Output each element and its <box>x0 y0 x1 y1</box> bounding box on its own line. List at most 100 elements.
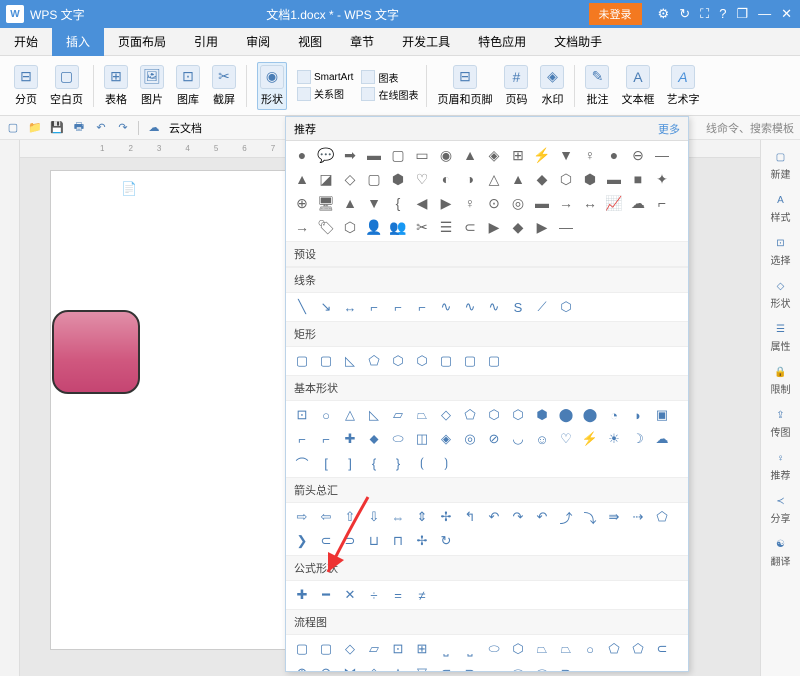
shape-smiley[interactable]: ☺ <box>532 429 552 449</box>
fc-extract[interactable]: △ <box>388 663 408 672</box>
shape-diamond[interactable]: ◇ <box>436 405 456 425</box>
fc-card[interactable]: ⬠ <box>628 639 648 659</box>
ribbon-header-footer[interactable]: ⊟页眉和页脚 <box>437 65 492 107</box>
shape-trapezoid[interactable]: ⏢ <box>412 405 432 425</box>
side-style[interactable]: A样式 <box>771 191 791 224</box>
shape-arrow-curved-down[interactable]: ⤵ <box>580 507 600 527</box>
shape-item[interactable]: ⊞ <box>508 145 528 165</box>
shape-frame[interactable]: ▣ <box>652 405 672 425</box>
shape-moon[interactable]: ☽ <box>628 429 648 449</box>
shape-line[interactable]: ╲ <box>292 297 312 317</box>
fc-delay[interactable]: ⊃ <box>460 663 480 672</box>
shape-arc[interactable]: ⌒ <box>292 453 312 473</box>
shape-double-arrow[interactable]: ↔ <box>340 297 360 317</box>
fc-alt-process[interactable]: ▢ <box>316 639 336 659</box>
ribbon-shapes[interactable]: ◉形状 <box>257 62 287 110</box>
shape-polygon-line[interactable]: ⬡ <box>556 297 576 317</box>
redo-icon[interactable]: ↷ <box>116 121 130 135</box>
shape-can[interactable]: ⬭ <box>388 429 408 449</box>
sync-icon[interactable]: ↻ <box>679 6 690 22</box>
shape-oval[interactable]: ○ <box>316 405 336 425</box>
open-icon[interactable]: 📁 <box>28 121 42 135</box>
shape-arrow-curved-left[interactable]: ↶ <box>532 507 552 527</box>
shape-heart[interactable]: ♡ <box>556 429 576 449</box>
fc-magnetic[interactable]: ⬭ <box>508 663 528 672</box>
shape-item[interactable]: ⌐ <box>652 193 672 213</box>
shape-item[interactable]: ▶ <box>484 217 504 237</box>
shape-elbow[interactable]: ⌐ <box>364 297 384 317</box>
shape-item[interactable]: ▬ <box>364 145 384 165</box>
ribbon-page-break[interactable]: ⊟分页 <box>14 65 38 107</box>
shape-item[interactable]: ♀ <box>580 145 600 165</box>
shape-plus[interactable]: ✚ <box>292 585 312 605</box>
shape-item[interactable]: ▲ <box>460 145 480 165</box>
shape-multiply[interactable]: ✕ <box>340 585 360 605</box>
shape-item[interactable]: ● <box>292 145 312 165</box>
print-icon[interactable]: 🖶 <box>72 121 86 135</box>
shape-arrow-line[interactable]: ↘ <box>316 297 336 317</box>
fc-data[interactable]: ▱ <box>364 639 384 659</box>
shape-hexagon[interactable]: ⬡ <box>484 405 504 425</box>
shape-textbox[interactable]: ⊡ <box>292 405 312 425</box>
shape-arrow-right[interactable]: ⇨ <box>292 507 312 527</box>
shape-arrow-notched[interactable]: ⇢ <box>628 507 648 527</box>
shape-pie[interactable]: ◔ <box>604 405 624 425</box>
ribbon-wordart[interactable]: A艺术字 <box>666 65 699 107</box>
fc-direct[interactable]: ⬭ <box>532 663 552 672</box>
shape-arrow-callout[interactable]: ⊂ <box>316 531 336 551</box>
fc-process[interactable]: ▢ <box>292 639 312 659</box>
ribbon-page-number[interactable]: #页码 <box>504 65 528 107</box>
shape-item[interactable]: ▬ <box>532 193 552 213</box>
shape-arrow-chevron[interactable]: ❯ <box>292 531 312 551</box>
shape-item[interactable]: 💬 <box>316 145 336 165</box>
shape-arrow-quad[interactable]: ✢ <box>436 507 456 527</box>
side-upload[interactable]: ⇪传图 <box>771 406 791 439</box>
shape-curve-double[interactable]: ∿ <box>484 297 504 317</box>
shape-right-triangle[interactable]: ◺ <box>364 405 384 425</box>
shape-item[interactable]: ◆ <box>508 217 528 237</box>
shape-item[interactable]: → <box>292 217 312 237</box>
shape-item[interactable]: ⊕ <box>292 193 312 213</box>
shape-item[interactable]: ⚡ <box>532 145 552 165</box>
shape-item[interactable]: ◆ <box>532 169 552 189</box>
fc-sort[interactable]: ◇ <box>364 663 384 672</box>
tab-review[interactable]: 审阅 <box>232 27 284 56</box>
rounded-rectangle-shape[interactable] <box>52 310 140 394</box>
shape-parallelogram[interactable]: ▱ <box>388 405 408 425</box>
shape-item[interactable]: → <box>556 193 576 213</box>
shape-item[interactable]: ▲ <box>292 169 312 189</box>
shape-item[interactable]: 📈 <box>604 193 624 213</box>
ribbon-watermark[interactable]: ◈水印 <box>540 65 564 107</box>
shape-item[interactable]: ⊖ <box>628 145 648 165</box>
shape-item[interactable]: ▲ <box>508 169 528 189</box>
shape-sun[interactable]: ☀ <box>604 429 624 449</box>
save-icon[interactable]: 💾 <box>50 121 64 135</box>
shape-item[interactable]: ⊂ <box>460 217 480 237</box>
shape-item[interactable]: — <box>556 217 576 237</box>
shape-item[interactable]: — <box>652 145 672 165</box>
tab-references[interactable]: 引用 <box>180 27 232 56</box>
shape-item[interactable]: ▼ <box>556 145 576 165</box>
fc-tape[interactable]: ⊂ <box>652 639 672 659</box>
shape-donut[interactable]: ◎ <box>460 429 480 449</box>
shape-octagon[interactable]: ⬢ <box>532 405 552 425</box>
shape-not-equal[interactable]: ≠ <box>412 585 432 605</box>
side-select[interactable]: ⊡选择 <box>771 234 791 267</box>
restore-icon[interactable]: ❐ <box>736 6 748 22</box>
shape-heptagon[interactable]: ⬡ <box>508 405 528 425</box>
side-share[interactable]: ≺分享 <box>771 492 791 525</box>
side-restrict[interactable]: 🔒限制 <box>771 363 791 396</box>
shape-equal[interactable]: = <box>388 585 408 605</box>
fc-collate[interactable]: ⋈ <box>340 663 360 672</box>
shape-dodecagon[interactable]: ⬤ <box>580 405 600 425</box>
shape-item[interactable]: ◪ <box>316 169 336 189</box>
shape-item[interactable]: 🖥 <box>316 193 336 213</box>
cloud-doc-label[interactable]: 云文档 <box>169 120 202 136</box>
shape-item[interactable]: ◑ <box>460 169 480 189</box>
shape-divide[interactable]: ÷ <box>364 585 384 605</box>
side-shape[interactable]: ◇形状 <box>771 277 791 310</box>
side-property[interactable]: ☰属性 <box>771 320 791 353</box>
shape-brace[interactable]: { <box>364 453 384 473</box>
shape-arrow-left[interactable]: ⇦ <box>316 507 336 527</box>
tab-insert[interactable]: 插入 <box>52 27 104 56</box>
